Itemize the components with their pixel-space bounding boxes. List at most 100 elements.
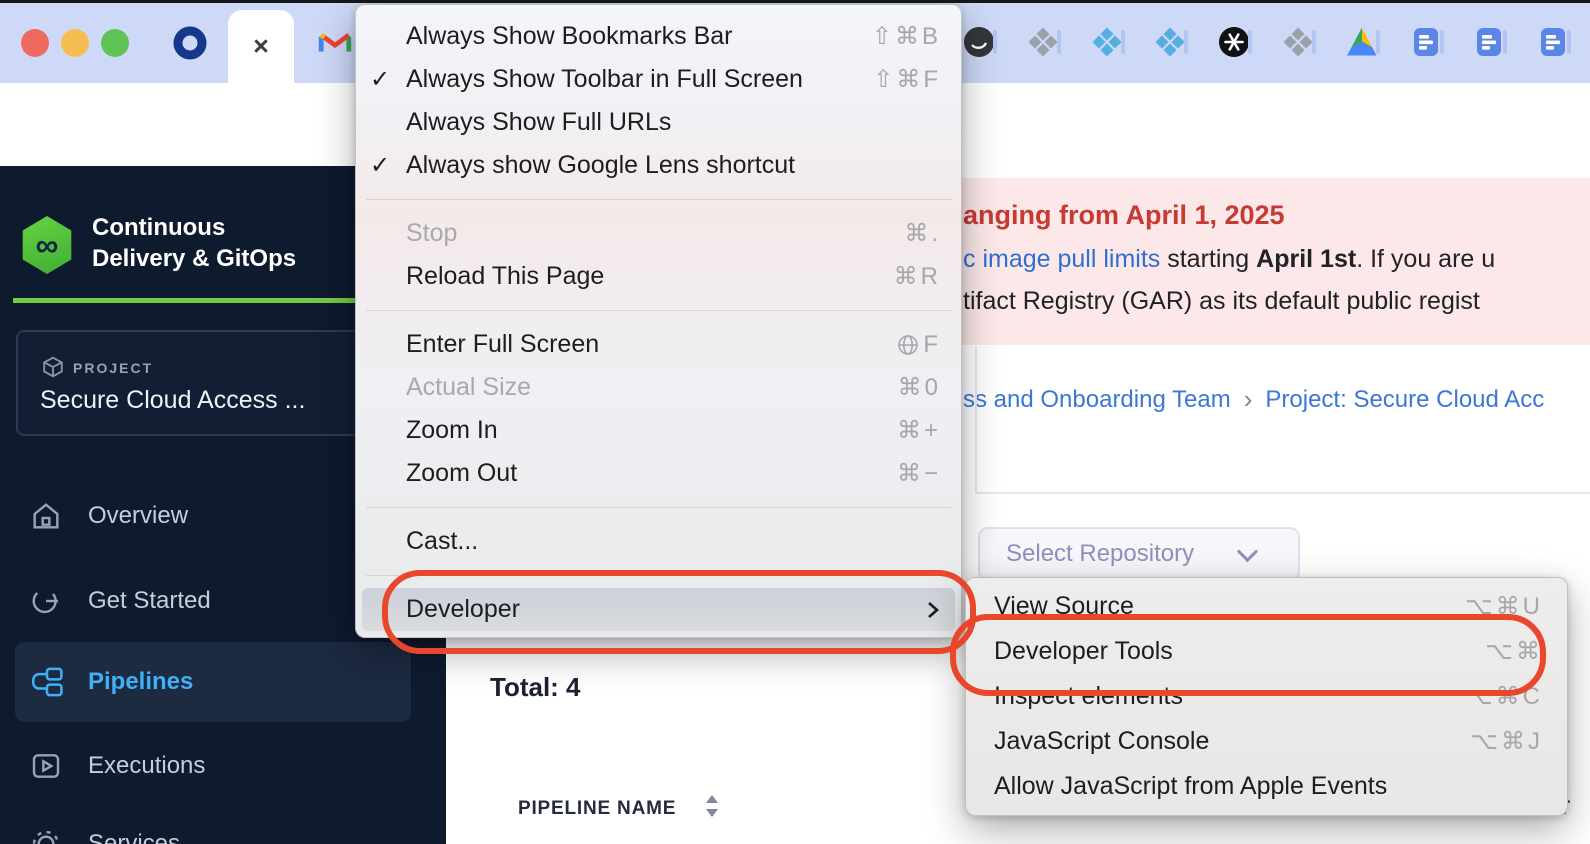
menu-shortcut: ⇧⌘F bbox=[873, 65, 941, 94]
menu-item-always-show-full-urls[interactable]: Always Show Full URLs bbox=[356, 101, 961, 144]
menu-separator bbox=[366, 507, 951, 508]
sidebar-item-pipelines[interactable]: Pipelines bbox=[0, 652, 446, 712]
globe-icon bbox=[897, 334, 919, 356]
menu-item-actual-size: Actual Size ⌘0 bbox=[356, 366, 961, 409]
sort-icon[interactable] bbox=[705, 794, 719, 820]
sidebar-item-label: Get Started bbox=[88, 587, 211, 615]
view-menu: Always Show Bookmarks Bar⇧⌘B✓Always Show… bbox=[355, 4, 962, 638]
menu-item-label: Enter Full Screen bbox=[406, 330, 599, 359]
menu-item-allow-javascript-from-apple-events[interactable]: Allow JavaScript from Apple Events bbox=[966, 764, 1567, 809]
breadcrumb-org[interactable]: ss and Onboarding Team bbox=[963, 386, 1231, 414]
breadcrumb-project[interactable]: Project: Secure Cloud Acc bbox=[1265, 386, 1544, 414]
docs-icon[interactable] bbox=[1410, 26, 1442, 58]
tab-separator bbox=[1184, 30, 1188, 54]
menu-item-stop: Stop ⌘. bbox=[356, 212, 961, 255]
sidebar-item-label: Services bbox=[88, 830, 180, 844]
developer-submenu: View Source⌥⌘UDeveloper Tools⌥⌘Inspect e… bbox=[965, 577, 1568, 816]
diamond-blue-icon[interactable] bbox=[1091, 26, 1123, 58]
menu-shortcut: ⌘+ bbox=[897, 416, 941, 445]
breadcrumb: ss and Onboarding Team › Project: Secure… bbox=[963, 384, 1544, 415]
window-top-edge bbox=[0, 0, 1590, 3]
menu-item-label: Zoom In bbox=[406, 416, 498, 445]
module-title-line2: Delivery & GitOps bbox=[92, 245, 296, 273]
menu-item-label: Always Show Full URLs bbox=[406, 108, 671, 137]
annotation-circle-developer bbox=[382, 570, 976, 654]
checkmark-icon: ✓ bbox=[370, 65, 390, 94]
module-title-line1: Continuous bbox=[92, 214, 225, 242]
menu-shortcut: ⌘R bbox=[894, 262, 941, 291]
banner-line1: c image pull limits starting April 1st. … bbox=[963, 245, 1495, 274]
menu-item-enter-full-screen[interactable]: Enter Full Screen F bbox=[356, 323, 961, 366]
menu-item-always-show-toolbar-in-full-screen[interactable]: ✓Always Show Toolbar in Full Screen⇧⌘F bbox=[356, 58, 961, 101]
tab-separator bbox=[1248, 30, 1252, 54]
menu-item-label: Allow JavaScript from Apple Events bbox=[994, 772, 1387, 801]
sidebar-item-services[interactable]: Services bbox=[0, 814, 446, 844]
dark-circle-icon[interactable] bbox=[963, 26, 995, 58]
menu-item-zoom-in[interactable]: Zoom In ⌘+ bbox=[356, 409, 961, 452]
diamond-blue-icon[interactable] bbox=[1154, 26, 1186, 58]
menu-shortcut: F bbox=[897, 331, 941, 359]
window-zoom-button[interactable] bbox=[101, 29, 129, 57]
menu-shortcut: ⌥⌘J bbox=[1470, 727, 1543, 756]
menu-item-label: Actual Size bbox=[406, 373, 531, 402]
menu-shortcut: ⌘. bbox=[904, 219, 941, 248]
menu-item-reload-this-page[interactable]: Reload This Page ⌘R bbox=[356, 255, 961, 298]
menu-item-label: Always show Google Lens shortcut bbox=[406, 151, 795, 180]
chevron-down-icon bbox=[1237, 541, 1258, 562]
cube-icon bbox=[42, 356, 64, 378]
home-icon bbox=[30, 500, 62, 532]
checkmark-icon: ✓ bbox=[370, 151, 390, 180]
menu-separator bbox=[366, 310, 951, 311]
sidebar-item-executions[interactable]: Executions bbox=[0, 736, 446, 796]
tab-separator bbox=[1503, 30, 1507, 54]
window-minimize-button[interactable] bbox=[61, 29, 89, 57]
pipelines-icon bbox=[30, 666, 62, 698]
docs-icon[interactable] bbox=[1473, 26, 1505, 58]
menu-separator bbox=[366, 199, 951, 200]
gear-icon bbox=[30, 828, 62, 844]
menu-item-label: Stop bbox=[406, 219, 457, 248]
ring-favicon[interactable] bbox=[173, 26, 207, 60]
tab-separator bbox=[1440, 30, 1444, 54]
sidebar-item-label: Executions bbox=[88, 752, 205, 780]
menu-item-label: Reload This Page bbox=[406, 262, 604, 291]
column-header-pipeline-name[interactable]: PIPELINE NAME bbox=[518, 798, 676, 820]
harness-cd-logo-icon: ∞ bbox=[20, 216, 74, 274]
window-close-button[interactable] bbox=[21, 29, 49, 57]
tab-separator bbox=[1312, 30, 1316, 54]
diamond-gray-icon[interactable] bbox=[1282, 26, 1314, 58]
project-label: PROJECT bbox=[73, 360, 153, 376]
chatgpt-icon[interactable] bbox=[1218, 26, 1250, 58]
menu-item-always-show-google-lens-shortcut[interactable]: ✓ Always show Google Lens shortcut bbox=[356, 144, 961, 187]
drive-icon[interactable] bbox=[1346, 26, 1378, 58]
tab-separator bbox=[1567, 30, 1571, 54]
menu-item-always-show-bookmarks-bar[interactable]: Always Show Bookmarks Bar ⇧⌘B bbox=[356, 15, 961, 58]
active-tab[interactable]: × bbox=[228, 10, 294, 83]
gmail-icon[interactable] bbox=[318, 29, 352, 55]
menu-item-zoom-out[interactable]: Zoom Out ⌘− bbox=[356, 452, 961, 495]
tab-close-icon[interactable]: × bbox=[253, 33, 269, 60]
tab-separator bbox=[1376, 30, 1380, 54]
annotation-circle-developer-tools bbox=[950, 614, 1546, 696]
banner-link[interactable]: c image pull limits bbox=[963, 245, 1160, 273]
diamond-gray-icon[interactable] bbox=[1027, 26, 1059, 58]
select-repository-dropdown[interactable]: Select Repository bbox=[978, 527, 1300, 581]
panel-divider-horizontal bbox=[975, 492, 1590, 494]
breadcrumb-separator: › bbox=[1244, 384, 1253, 415]
menu-item-javascript-console[interactable]: JavaScript Console⌥⌘J bbox=[966, 719, 1567, 764]
menu-item-label: Always Show Bookmarks Bar bbox=[406, 22, 733, 51]
banner-title: anging from April 1, 2025 bbox=[963, 200, 1285, 231]
menu-shortcut: ⌘− bbox=[897, 459, 941, 488]
panel-divider-vertical bbox=[975, 347, 977, 492]
screenshot-root: × ← → app3 n5xA/modu bbox=[0, 0, 1590, 844]
menu-item-cast[interactable]: Cast... bbox=[356, 520, 961, 563]
project-name: Secure Cloud Access ... bbox=[40, 386, 305, 415]
menu-shortcut: ⇧⌘B bbox=[872, 22, 941, 51]
docs-icon[interactable] bbox=[1537, 26, 1569, 58]
tab-separator bbox=[1057, 30, 1061, 54]
executions-icon bbox=[30, 750, 62, 782]
menu-shortcut: ⌘0 bbox=[898, 373, 941, 402]
total-count: Total: 4 bbox=[490, 672, 581, 703]
menu-item-label: Zoom Out bbox=[406, 459, 517, 488]
tab-separator bbox=[1121, 30, 1125, 54]
